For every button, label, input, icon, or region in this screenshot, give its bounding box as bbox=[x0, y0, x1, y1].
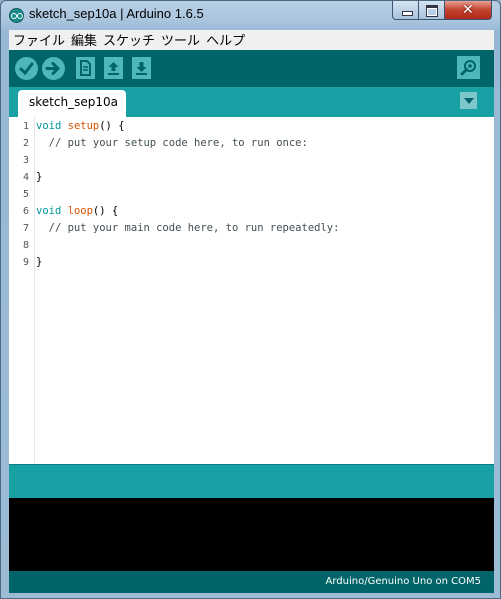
keyword: void bbox=[36, 120, 62, 132]
arduino-logo-icon bbox=[9, 8, 24, 23]
line-number: 6 bbox=[22, 206, 29, 217]
line-number: 9 bbox=[22, 257, 29, 268]
line-number: 3 bbox=[22, 155, 29, 166]
menu-help[interactable]: ヘルプ bbox=[203, 32, 248, 51]
minimize-button[interactable] bbox=[392, 1, 419, 20]
close-icon: ✕ bbox=[462, 2, 474, 18]
line-number: 1 bbox=[22, 121, 29, 132]
new-button[interactable] bbox=[76, 57, 95, 79]
code-line: } bbox=[36, 256, 43, 268]
maximize-icon bbox=[426, 5, 438, 17]
magnifier-icon bbox=[460, 60, 476, 76]
line-number-gutter: 1 2 3 4 5 6 7 8 9 bbox=[9, 117, 35, 464]
new-file-icon bbox=[80, 60, 91, 76]
console-header bbox=[9, 464, 494, 498]
function-name: setup bbox=[67, 120, 100, 132]
tab-bar: sketch_sep10a bbox=[9, 87, 494, 117]
window-title: sketch_sep10a | Arduino 1.6.5 bbox=[29, 6, 204, 21]
maximize-button[interactable] bbox=[419, 1, 445, 20]
download-arrow-icon bbox=[136, 62, 147, 75]
code-editor[interactable]: 1 2 3 4 5 6 7 8 9 void setup() { // put … bbox=[9, 117, 494, 464]
menu-tools[interactable]: ツール bbox=[158, 32, 203, 51]
line-number: 8 bbox=[22, 240, 29, 251]
line-number: 7 bbox=[22, 223, 29, 234]
open-button[interactable] bbox=[104, 57, 123, 79]
status-bar: Arduino/Genuino Uno on COM5 bbox=[9, 571, 494, 593]
upload-button[interactable] bbox=[42, 57, 65, 80]
board-status: Arduino/Genuino Uno on COM5 bbox=[325, 576, 482, 587]
menu-edit[interactable]: 編集 bbox=[68, 32, 100, 51]
menu-file[interactable]: ファイル bbox=[9, 32, 68, 51]
app-window: sketch_sep10a | Arduino 1.6.5 ✕ ファイル 編集 スケ… bbox=[0, 0, 501, 599]
check-icon bbox=[19, 62, 34, 76]
keyword: void bbox=[36, 205, 62, 217]
menu-bar: ファイル 編集 スケッチ ツール ヘルプ bbox=[9, 30, 494, 50]
code-line: void loop() { bbox=[36, 205, 118, 217]
close-button[interactable]: ✕ bbox=[445, 1, 492, 20]
code-text: () { bbox=[99, 120, 125, 132]
title-bar[interactable]: sketch_sep10a | Arduino 1.6.5 ✕ bbox=[1, 1, 500, 29]
line-number: 2 bbox=[22, 138, 29, 149]
code-text: () { bbox=[92, 205, 119, 217]
function-name: loop bbox=[67, 205, 93, 217]
upload-arrow-icon bbox=[108, 62, 119, 75]
code-line: } bbox=[36, 171, 43, 183]
minimize-icon bbox=[402, 11, 413, 16]
line-number: 4 bbox=[22, 172, 29, 183]
tab-label: sketch_sep10a bbox=[29, 95, 118, 109]
arrow-right-icon bbox=[45, 62, 60, 75]
code-line: void setup() { bbox=[36, 120, 125, 132]
tab-sketch[interactable]: sketch_sep10a bbox=[18, 90, 126, 117]
console-output[interactable] bbox=[9, 498, 494, 571]
line-number: 5 bbox=[22, 189, 29, 200]
save-button[interactable] bbox=[132, 57, 151, 79]
menu-sketch[interactable]: スケッチ bbox=[100, 32, 158, 51]
toolbar bbox=[9, 50, 494, 87]
tab-menu-button[interactable] bbox=[460, 92, 477, 109]
code-line: // put your main code here, to run repea… bbox=[36, 222, 340, 234]
verify-button[interactable] bbox=[15, 57, 38, 80]
serial-monitor-button[interactable] bbox=[457, 56, 480, 79]
code-line: // put your setup code here, to run once… bbox=[36, 137, 308, 149]
